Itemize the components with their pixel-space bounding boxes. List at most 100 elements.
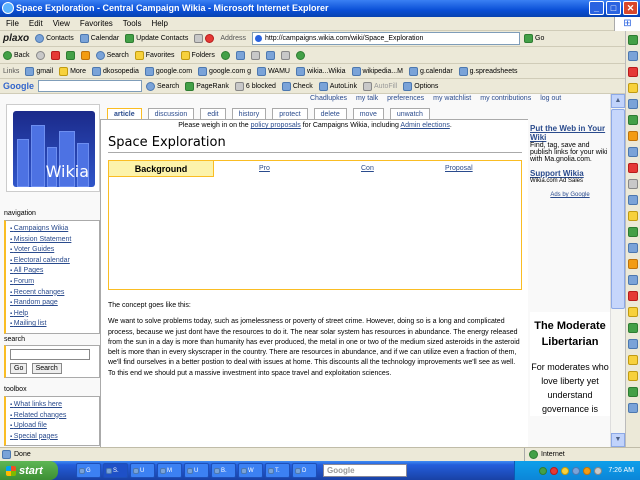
maximize-button[interactable]: □: [606, 1, 621, 15]
nav-mission-statement[interactable]: Mission Statement: [10, 235, 97, 246]
search-submit-button[interactable]: Search: [31, 363, 62, 374]
content-tab-background[interactable]: Background: [109, 161, 214, 177]
favorites-button[interactable]: Favorites: [134, 50, 175, 60]
discuss-button[interactable]: [280, 50, 290, 60]
menu-edit[interactable]: Edit: [29, 17, 43, 30]
menu-favorites[interactable]: Favorites: [80, 17, 113, 30]
address-input[interactable]: http://campaigns.wikia.com/wiki/Space_Ex…: [252, 32, 521, 45]
go-button[interactable]: Go: [524, 34, 544, 43]
menu-tools[interactable]: Tools: [123, 17, 142, 30]
taskbar-button[interactable]: M: [157, 463, 182, 478]
nav-voter-guides[interactable]: Voter Guides: [10, 245, 97, 256]
extension-icon[interactable]: [628, 339, 638, 349]
menu-view[interactable]: View: [53, 17, 70, 30]
taskbar-button[interactable]: T.: [265, 463, 290, 478]
extension-icon[interactable]: [628, 275, 638, 285]
user-link-contributions[interactable]: my contributions: [480, 95, 531, 102]
forward-button[interactable]: [35, 50, 45, 60]
tray-icon[interactable]: [539, 466, 548, 475]
taskbar-button[interactable]: W: [238, 463, 263, 478]
taskbar-button[interactable]: D: [292, 463, 317, 478]
extension-icon[interactable]: [628, 147, 638, 157]
nav-mailing-list[interactable]: Mailing list: [10, 319, 97, 330]
autofill-button[interactable]: AutoFill: [362, 81, 397, 91]
taskbar-google-search[interactable]: Google: [323, 464, 407, 477]
content-tab-pro[interactable]: Pro: [259, 161, 270, 177]
wikia-logo[interactable]: Wikia: [6, 104, 100, 192]
refresh-button[interactable]: [65, 50, 75, 60]
ad-title-magnolia[interactable]: Put the Web in Your Wiki: [530, 124, 610, 142]
toolbox-special-pages[interactable]: Special pages: [10, 432, 97, 443]
menu-help[interactable]: Help: [151, 17, 167, 30]
extension-icon[interactable]: [628, 51, 638, 61]
mail-button[interactable]: [235, 50, 245, 60]
extension-icon[interactable]: [628, 355, 638, 365]
extension-icon[interactable]: [628, 163, 638, 173]
google-search-button[interactable]: Search: [146, 81, 179, 91]
extension-icon[interactable]: [628, 35, 638, 45]
extension-icon[interactable]: [628, 83, 638, 93]
plaxo-contacts-button[interactable]: Contacts: [35, 34, 74, 43]
link-dkosopedia[interactable]: dkosopedia: [92, 66, 139, 76]
link-g-calendar[interactable]: g.calendar: [408, 66, 453, 76]
taskbar-button[interactable]: U: [184, 463, 209, 478]
ads-by-google-link[interactable]: Ads by Google: [530, 192, 610, 198]
user-link-logout[interactable]: log out: [540, 95, 561, 102]
extension-icon[interactable]: [628, 323, 638, 333]
tray-icon[interactable]: [583, 466, 592, 475]
extension-icon[interactable]: [628, 179, 638, 189]
extension-icon[interactable]: [628, 227, 638, 237]
google-search-input[interactable]: [38, 80, 142, 92]
menu-file[interactable]: File: [6, 17, 19, 30]
scroll-thumb[interactable]: [611, 109, 625, 309]
user-link-talk[interactable]: my talk: [356, 95, 378, 102]
scroll-down-icon[interactable]: ▼: [611, 433, 625, 447]
autolink-button[interactable]: AutoLink: [318, 81, 357, 91]
tray-icon[interactable]: [594, 466, 603, 475]
toolbar-extra-icons[interactable]: [194, 34, 215, 43]
toolbox-what-links-here[interactable]: What links here: [10, 400, 97, 411]
options-button[interactable]: Options: [403, 81, 438, 91]
plaxo-calendar-button[interactable]: Calendar: [79, 34, 119, 43]
policy-proposals-link[interactable]: policy proposals: [251, 122, 301, 129]
scroll-up-icon[interactable]: ▲: [611, 94, 625, 108]
extension-icon[interactable]: [628, 403, 638, 413]
user-link-watchlist[interactable]: my watchlist: [433, 95, 471, 102]
tray-icon[interactable]: [561, 466, 570, 475]
search-input[interactable]: [10, 349, 90, 360]
print-button[interactable]: [250, 50, 260, 60]
link-wikia[interactable]: wikia...Wikia: [295, 66, 346, 76]
nav-forum[interactable]: Forum: [10, 277, 97, 288]
search-button[interactable]: Search: [95, 50, 129, 60]
extension-icon[interactable]: [628, 131, 638, 141]
user-link-preferences[interactable]: preferences: [387, 95, 424, 102]
folders-button[interactable]: Folders: [180, 50, 215, 60]
extension-icon[interactable]: [628, 387, 638, 397]
extension-icon[interactable]: [628, 259, 638, 269]
admin-elections-link[interactable]: Admin elections: [400, 122, 449, 129]
extension-icon[interactable]: [628, 307, 638, 317]
user-link-username[interactable]: Chadlupkes: [310, 95, 347, 102]
close-button[interactable]: ✕: [623, 1, 638, 15]
link-wikipedia[interactable]: wikipedia...M: [351, 66, 403, 76]
link-gmail[interactable]: gmail: [25, 66, 53, 76]
extension-icon[interactable]: [628, 211, 638, 221]
extension-icon[interactable]: [628, 371, 638, 381]
tray-icon[interactable]: [572, 466, 581, 475]
edit-page-button[interactable]: [265, 50, 275, 60]
minimize-button[interactable]: _: [589, 1, 604, 15]
nav-campaigns-wikia[interactable]: Campaigns Wikia: [10, 224, 97, 235]
extension-icon[interactable]: [628, 99, 638, 109]
history-button[interactable]: [220, 50, 230, 60]
link-g-spreadsheets[interactable]: g.spreadsheets: [458, 66, 518, 76]
nav-all-pages[interactable]: All Pages: [10, 266, 97, 277]
vertical-scrollbar[interactable]: ▲ ▼: [610, 94, 625, 447]
extension-icon[interactable]: [628, 291, 638, 301]
taskbar-button[interactable]: B.: [211, 463, 236, 478]
content-tab-con[interactable]: Con: [361, 161, 374, 177]
extension-icon[interactable]: [628, 67, 638, 77]
search-go-button[interactable]: Go: [10, 363, 28, 374]
tray-icon[interactable]: [550, 466, 559, 475]
link-wamu[interactable]: WAMU: [257, 66, 290, 76]
clock[interactable]: 7:26 AM: [608, 467, 634, 474]
